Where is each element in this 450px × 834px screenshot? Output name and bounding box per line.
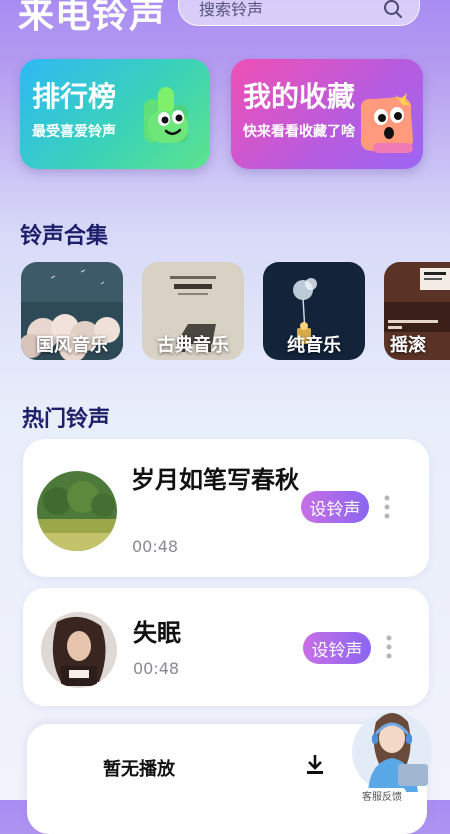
song-duration: 00:48 (132, 537, 179, 556)
collection-label: 国风音乐 (36, 335, 108, 356)
search-icon[interactable] (383, 0, 403, 23)
search-bar[interactable] (178, 0, 420, 26)
hot-heading: 热门铃声 (22, 407, 111, 432)
more-options-icon[interactable] (384, 495, 390, 519)
song-cover-image (37, 471, 117, 551)
song-title: 岁月如笔写春秋 (131, 466, 299, 494)
player-status: 暂无播放 (103, 759, 175, 780)
search-input[interactable] (197, 0, 371, 20)
collection-classical[interactable]: 古典音乐 (142, 262, 244, 360)
ranking-card[interactable]: 排行榜 最受喜爱铃声 (20, 59, 210, 169)
ranking-title: 排行榜 (32, 80, 117, 113)
favorites-title: 我的收藏 (243, 80, 356, 113)
collections-heading: 铃声合集 (20, 224, 109, 249)
collection-label: 纯音乐 (287, 335, 341, 356)
song-cover-image (41, 612, 117, 688)
ranking-subtitle: 最受喜爱铃声 (32, 124, 116, 140)
green-mascot-icon (140, 85, 200, 151)
customer-service-button[interactable]: 客服反馈 (340, 700, 434, 803)
collection-rock[interactable]: 摇滚 (384, 262, 450, 360)
pink-mascot-icon (355, 91, 417, 159)
song-card[interactable]: 失眠 00:48 设铃声 (23, 588, 429, 706)
more-options-icon[interactable] (386, 635, 392, 659)
song-card[interactable]: 岁月如笔写春秋 00:48 设铃声 (23, 439, 429, 577)
set-ringtone-button[interactable]: 设铃声 (303, 632, 371, 664)
collection-label: 古典音乐 (157, 335, 229, 356)
customer-service-label: 客服反馈 (358, 788, 406, 803)
song-duration: 00:48 (133, 659, 180, 678)
set-ringtone-button[interactable]: 设铃声 (301, 491, 369, 523)
collection-pure-music[interactable]: 纯音乐 (263, 262, 365, 360)
collection-guofeng[interactable]: 国风音乐 (21, 262, 123, 360)
download-icon[interactable] (304, 753, 326, 775)
app-title: 来电铃声 (18, 0, 167, 36)
collection-label: 摇滚 (390, 335, 426, 356)
song-title: 失眠 (133, 619, 181, 647)
favorites-subtitle: 快来看看收藏了啥 (243, 124, 355, 140)
favorites-card[interactable]: 我的收藏 快来看看收藏了啥 (231, 59, 423, 169)
customer-service-avatar-icon (352, 712, 432, 792)
